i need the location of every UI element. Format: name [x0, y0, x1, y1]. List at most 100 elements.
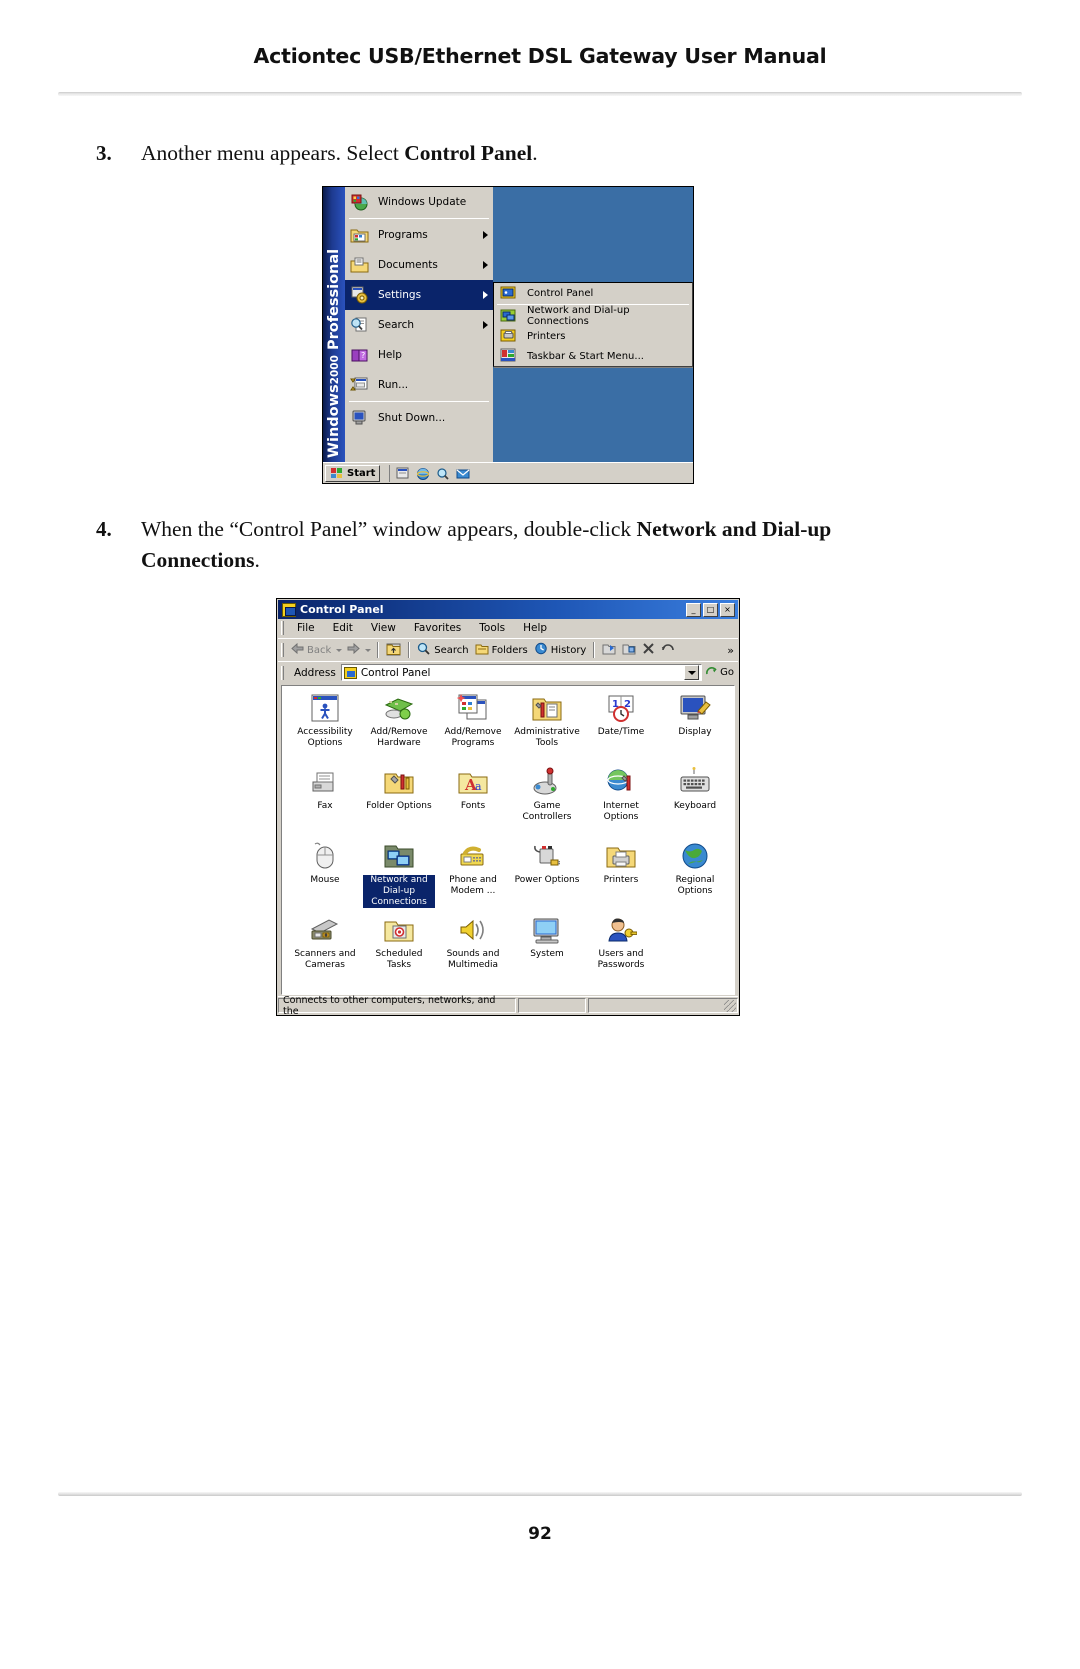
start-menu-item-programs[interactable]: Programs	[345, 220, 493, 250]
show-desktop-icon[interactable]	[396, 466, 410, 480]
cp-item-system[interactable]: System	[510, 914, 584, 986]
search-icon[interactable]	[436, 466, 450, 480]
step-4-number: 4.	[96, 517, 112, 541]
cp-item-label: Add/Remove Programs	[444, 727, 502, 748]
up-button[interactable]	[383, 640, 404, 661]
submenu-item-label: Taskbar & Start Menu...	[527, 350, 644, 362]
submenu-item-label: Network and Dial-up Connections	[527, 305, 630, 327]
cp-item-sounds-and-multimedia[interactable]: Sounds and Multimedia	[436, 914, 510, 986]
go-button-label: Go	[720, 667, 734, 678]
page-number: 92	[528, 1524, 552, 1544]
cp-item-phone-and-modem[interactable]: Phone and Modem ...	[436, 840, 510, 912]
control-panel-menu-bar: File Edit View Favorites Tools Help	[278, 619, 738, 638]
forward-dropdown-icon[interactable]	[365, 648, 372, 652]
menu-help[interactable]: Help	[514, 621, 556, 635]
submenu-item-network-connections[interactable]: Network and Dial-up Connections	[494, 305, 692, 327]
step-3: 3. Another menu appears. Select Control …	[0, 138, 1080, 178]
start-menu-item-settings[interactable]: Settings	[345, 280, 493, 310]
cp-item-label: Network and Dial-up Connections	[363, 875, 435, 908]
start-menu-item-help[interactable]: ? Help	[345, 340, 493, 370]
chevron-right-icon	[483, 291, 488, 299]
close-button[interactable]: ×	[720, 602, 735, 617]
search-magnifier-icon	[350, 316, 369, 334]
cp-item-fonts[interactable]: A a Fonts	[436, 766, 510, 838]
scheduled-tasks-icon	[383, 914, 415, 946]
toolbar-overflow-chevron-icon[interactable]: »	[727, 644, 738, 657]
cp-item-fax[interactable]: Fax	[288, 766, 362, 838]
go-button[interactable]: Go	[702, 665, 738, 680]
menu-file[interactable]: File	[288, 621, 324, 635]
start-button[interactable]: Start	[325, 464, 381, 482]
printers-icon	[499, 327, 518, 345]
accessibility-options-icon	[309, 692, 341, 724]
address-grip-handle[interactable]	[281, 665, 284, 680]
internet-explorer-icon[interactable]	[416, 466, 430, 480]
cp-item-label: Folder Options	[366, 801, 432, 811]
toolbar-grip-handle[interactable]	[281, 643, 284, 657]
start-menu-item-label: Programs	[378, 229, 428, 241]
resize-grip-icon[interactable]	[724, 1000, 736, 1012]
menu-favorites[interactable]: Favorites	[405, 621, 470, 635]
cp-item-folder-options[interactable]: Folder Options	[362, 766, 436, 838]
start-menu-item-shut-down[interactable]: Shut Down...	[345, 403, 493, 433]
back-button-label: Back	[307, 644, 332, 656]
cp-item-scheduled-tasks[interactable]: Scheduled Tasks	[362, 914, 436, 986]
start-menu-item-run[interactable]: Run...	[345, 370, 493, 400]
folders-icon	[475, 642, 489, 658]
cp-item-label: Regional Options	[675, 875, 715, 896]
address-dropdown-button[interactable]	[684, 665, 700, 680]
cp-item-label: Fonts	[460, 801, 486, 811]
add-remove-hardware-icon	[383, 692, 415, 724]
maximize-button[interactable]: □	[703, 602, 718, 617]
cp-item-mouse[interactable]: Mouse	[288, 840, 362, 912]
submenu-item-printers[interactable]: Printers	[494, 326, 692, 346]
start-menu-item-windows-update[interactable]: Windows Update	[345, 187, 493, 217]
cp-item-scanners-and-cameras[interactable]: Scanners and Cameras	[288, 914, 362, 986]
move-to-button[interactable]	[599, 640, 619, 660]
delete-button[interactable]	[639, 640, 658, 660]
start-menu-item-list: Windows Update Programs Documents Settin…	[345, 187, 493, 462]
cp-item-label: Display	[678, 727, 712, 737]
submenu-item-taskbar-start-menu[interactable]: Taskbar & Start Menu...	[494, 346, 692, 366]
history-button[interactable]: History	[531, 640, 590, 660]
cp-item-administrative-tools[interactable]: Administrative Tools	[510, 692, 584, 764]
menu-tools[interactable]: Tools	[470, 621, 514, 635]
undo-button[interactable]	[658, 640, 679, 660]
start-menu-item-documents[interactable]: Documents	[345, 250, 493, 280]
address-input[interactable]: Control Panel	[340, 664, 703, 681]
cp-item-display[interactable]: Display	[658, 692, 732, 764]
menu-grip-handle[interactable]	[281, 621, 284, 635]
cp-item-game-controllers[interactable]: Game Controllers	[510, 766, 584, 838]
menu-view[interactable]: View	[362, 621, 405, 635]
documents-folder-icon	[350, 256, 369, 274]
cp-item-accessibility-options[interactable]: Accessibility Options	[288, 692, 362, 764]
cp-item-internet-options[interactable]: Internet Options	[584, 766, 658, 838]
start-menu-item-search[interactable]: Search	[345, 310, 493, 340]
cp-item-printers[interactable]: Printers	[584, 840, 658, 912]
copy-to-button[interactable]	[619, 640, 639, 660]
minimize-button[interactable]: _	[686, 602, 701, 617]
taskbar-start-menu-icon	[499, 347, 518, 365]
help-book-icon: ?	[350, 346, 369, 364]
cp-item-regional-options[interactable]: Regional Options	[658, 840, 732, 912]
back-button[interactable]: Back	[288, 641, 334, 659]
cp-item-network-and-dialup-connections[interactable]: Network and Dial-up Connections	[362, 840, 436, 912]
back-dropdown-icon[interactable]	[336, 648, 343, 652]
outlook-express-icon[interactable]	[456, 466, 470, 480]
administrative-tools-icon	[531, 692, 563, 724]
submenu-item-control-panel[interactable]: Control Panel	[494, 283, 692, 303]
cp-item-label: Scheduled Tasks	[375, 949, 423, 970]
cp-item-date-time[interactable]: 1 2 Date/Time	[584, 692, 658, 764]
cp-item-users-and-passwords[interactable]: Users and Passwords	[584, 914, 658, 986]
cp-item-add-remove-hardware[interactable]: Add/Remove Hardware	[362, 692, 436, 764]
folders-button[interactable]: Folders	[472, 640, 531, 660]
forward-button[interactable]	[344, 641, 363, 659]
windows-flag-icon	[330, 466, 344, 480]
cp-item-add-remove-programs[interactable]: Add/Remove Programs	[436, 692, 510, 764]
cp-item-power-options[interactable]: Power Options	[510, 840, 584, 912]
search-button[interactable]: Search	[414, 640, 471, 660]
start-menu-item-label: Settings	[378, 289, 422, 301]
step-4: 4. When the “Control Panel” window appea…	[0, 514, 1080, 584]
cp-item-keyboard[interactable]: Keyboard	[658, 766, 732, 838]
menu-edit[interactable]: Edit	[324, 621, 362, 635]
